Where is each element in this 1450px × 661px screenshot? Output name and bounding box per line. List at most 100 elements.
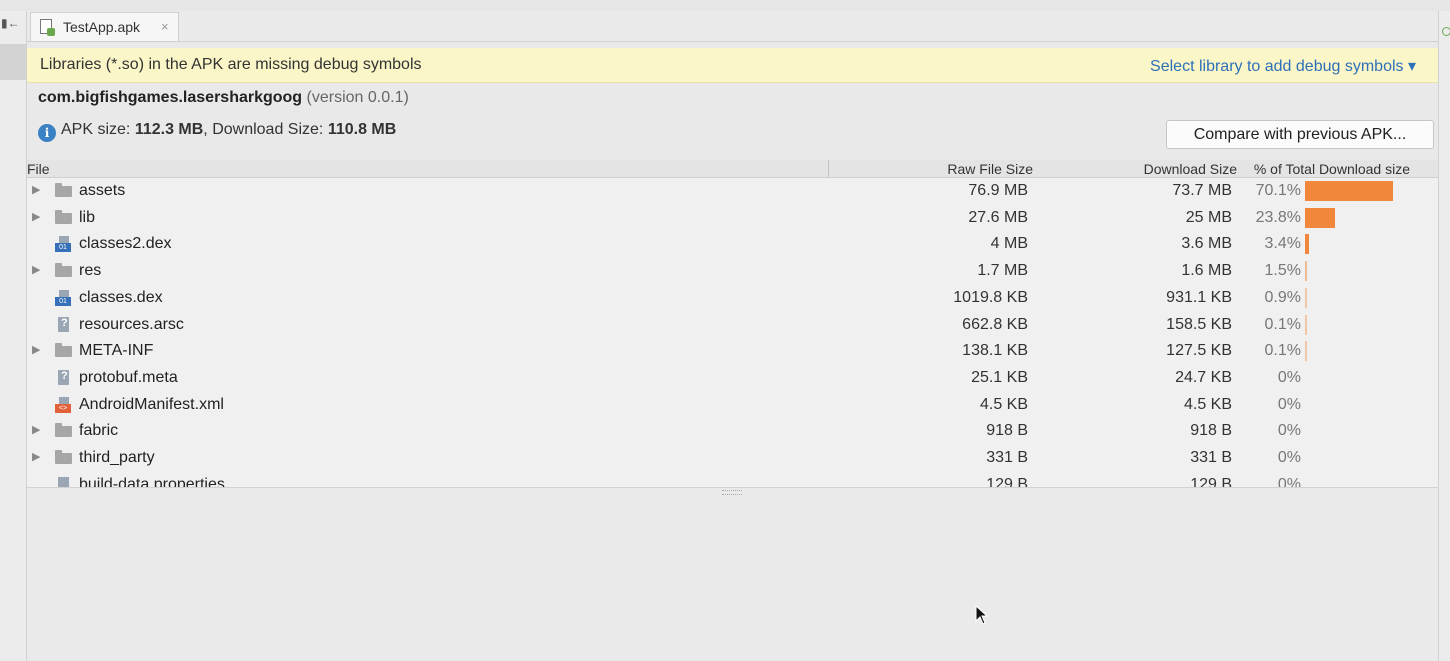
folder-icon	[55, 343, 72, 358]
download-share-bar	[1305, 261, 1307, 282]
expand-arrow-icon[interactable]: ▶	[32, 183, 40, 196]
expand-arrow-icon[interactable]: ▶	[32, 423, 40, 436]
table-row[interactable]: build-data.properties 129 B 129 B 0%	[27, 472, 1438, 488]
download-size: 24.7 KB	[1175, 368, 1232, 386]
column-header-raw-size[interactable]: Raw File Size	[947, 161, 1033, 177]
column-header-download-size[interactable]: Download Size	[1144, 161, 1237, 177]
raw-file-size: 129 B	[986, 475, 1028, 488]
table-row[interactable]: ▶ third_party 331 B 331 B 0%	[27, 445, 1438, 472]
xml-file-icon	[55, 396, 72, 413]
percent-of-total: 0%	[1277, 395, 1301, 413]
banner-message: Libraries (*.so) in the APK are missing …	[40, 56, 422, 73]
download-size: 73.7 MB	[1172, 182, 1232, 199]
table-row[interactable]: ▶ assets 76.9 MB 73.7 MB 70.1%	[27, 178, 1438, 205]
file-name: classes.dex	[79, 288, 163, 306]
debug-symbols-banner: Libraries (*.so) in the APK are missing …	[27, 48, 1438, 83]
column-header-percent[interactable]: % of Total Download size	[1254, 161, 1410, 177]
download-size-value: 110.8 MB	[327, 121, 397, 138]
percent-of-total: 3.4%	[1264, 235, 1301, 253]
file-name: res	[79, 262, 102, 280]
select-library-link[interactable]: Select library to add debug symbols ▾	[1150, 56, 1416, 76]
table-row[interactable]: ▶ res 1.7 MB 1.6 MB 1.5%	[27, 258, 1438, 285]
compare-previous-apk-button[interactable]: Compare with previous APK...	[1166, 120, 1434, 149]
download-size: 331 B	[1190, 449, 1232, 466]
raw-file-size: 76.9 MB	[968, 182, 1028, 199]
table-row[interactable]: ▶ fabric 918 B 918 B 0%	[27, 418, 1438, 445]
expand-arrow-icon[interactable]: ▶	[32, 343, 40, 356]
percent-of-total: 0.1%	[1264, 315, 1301, 333]
raw-file-size: 1.7 MB	[977, 262, 1028, 280]
resource-file-icon	[55, 316, 72, 332]
download-share-bar	[1305, 181, 1393, 201]
download-share-bar	[1305, 341, 1307, 362]
percent-of-total: 0%	[1277, 449, 1301, 466]
column-header-file[interactable]: File	[27, 161, 50, 177]
raw-file-size: 4 MB	[990, 235, 1028, 253]
percent-of-total: 1.5%	[1264, 262, 1301, 280]
percent-of-total: 0.9%	[1264, 288, 1301, 306]
raw-file-size: 662.8 KB	[962, 315, 1028, 333]
tab-testapp-apk[interactable]: TestApp.apk ×	[30, 12, 179, 41]
download-size-label: , Download Size:	[203, 121, 328, 138]
package-name: com.bigfishgames.lasersharkgoog	[38, 89, 303, 106]
splitter-handle[interactable]	[722, 490, 742, 495]
table-row[interactable]: classes2.dex 4 MB 3.6 MB 3.4%	[27, 231, 1438, 258]
folder-icon	[55, 183, 72, 198]
collapse-icon[interactable]: ▮←	[1, 16, 20, 30]
table-row[interactable]: ▶ lib 27.6 MB 25 MB 23.8%	[27, 205, 1438, 232]
raw-file-size: 4.5 KB	[979, 395, 1028, 413]
file-name: fabric	[79, 422, 119, 440]
download-size: 129 B	[1190, 475, 1232, 488]
dex-file-icon	[55, 289, 72, 306]
left-tool-strip: ▮←	[0, 11, 27, 661]
percent-of-total: 0.1%	[1264, 342, 1301, 360]
file-name: AndroidManifest.xml	[79, 395, 224, 413]
download-share-bar	[1305, 234, 1310, 255]
raw-file-size: 918 B	[986, 422, 1028, 440]
percent-of-total: 0%	[1277, 422, 1301, 440]
apk-size-value: 112.3 MB	[134, 121, 204, 138]
download-share-bar	[1305, 287, 1307, 308]
raw-file-size: 27.6 MB	[968, 208, 1028, 226]
expand-arrow-icon[interactable]: ▶	[32, 263, 40, 276]
download-size: 25 MB	[1185, 208, 1232, 226]
column-divider[interactable]	[828, 160, 829, 177]
download-size: 3.6 MB	[1181, 235, 1232, 253]
table-row[interactable]: classes.dex 1019.8 KB 931.1 KB 0.9%	[27, 285, 1438, 312]
folder-icon	[55, 263, 72, 278]
download-size: 4.5 KB	[1183, 395, 1232, 413]
properties-file-icon	[55, 476, 72, 487]
file-name: build-data.properties	[79, 475, 225, 488]
table-row[interactable]: protobuf.meta 25.1 KB 24.7 KB 0%	[27, 365, 1438, 392]
download-size: 918 B	[1190, 422, 1232, 440]
expand-arrow-icon[interactable]: ▶	[32, 450, 40, 463]
file-details-panel	[27, 488, 1438, 661]
package-version: (version 0.0.1)	[306, 89, 409, 106]
left-strip-selected-item[interactable]	[0, 44, 26, 80]
table-row[interactable]: AndroidManifest.xml 4.5 KB 4.5 KB 0%	[27, 392, 1438, 419]
table-row[interactable]: ▶ META-INF 138.1 KB 127.5 KB 0.1%	[27, 338, 1438, 365]
status-indicator-icon[interactable]	[1442, 27, 1450, 36]
file-name: classes2.dex	[79, 235, 172, 253]
file-name: lib	[79, 208, 96, 226]
raw-file-size: 1019.8 KB	[953, 288, 1028, 306]
download-share-bar	[1305, 314, 1307, 335]
close-tab-icon[interactable]: ×	[161, 19, 169, 34]
expand-arrow-icon[interactable]: ▶	[32, 210, 40, 223]
folder-icon	[55, 209, 72, 225]
table-row[interactable]: resources.arsc 662.8 KB 158.5 KB 0.1%	[27, 312, 1438, 339]
download-share-bar	[1305, 207, 1335, 228]
tab-label: TestApp.apk	[63, 19, 141, 35]
download-size: 158.5 KB	[1166, 315, 1232, 333]
raw-file-size: 25.1 KB	[971, 368, 1028, 386]
file-name: assets	[79, 182, 126, 199]
download-size: 1.6 MB	[1181, 262, 1232, 280]
percent-of-total: 23.8%	[1255, 208, 1301, 226]
apk-file-icon	[40, 19, 55, 36]
right-tool-strip	[1438, 11, 1450, 661]
apk-file-table: File Raw File Size Download Size % of To…	[27, 160, 1438, 488]
package-info: com.bigfishgames.lasersharkgoog (version…	[38, 89, 409, 107]
info-icon: i	[38, 124, 56, 142]
resource-file-icon	[55, 369, 72, 385]
download-size: 931.1 KB	[1166, 288, 1232, 306]
